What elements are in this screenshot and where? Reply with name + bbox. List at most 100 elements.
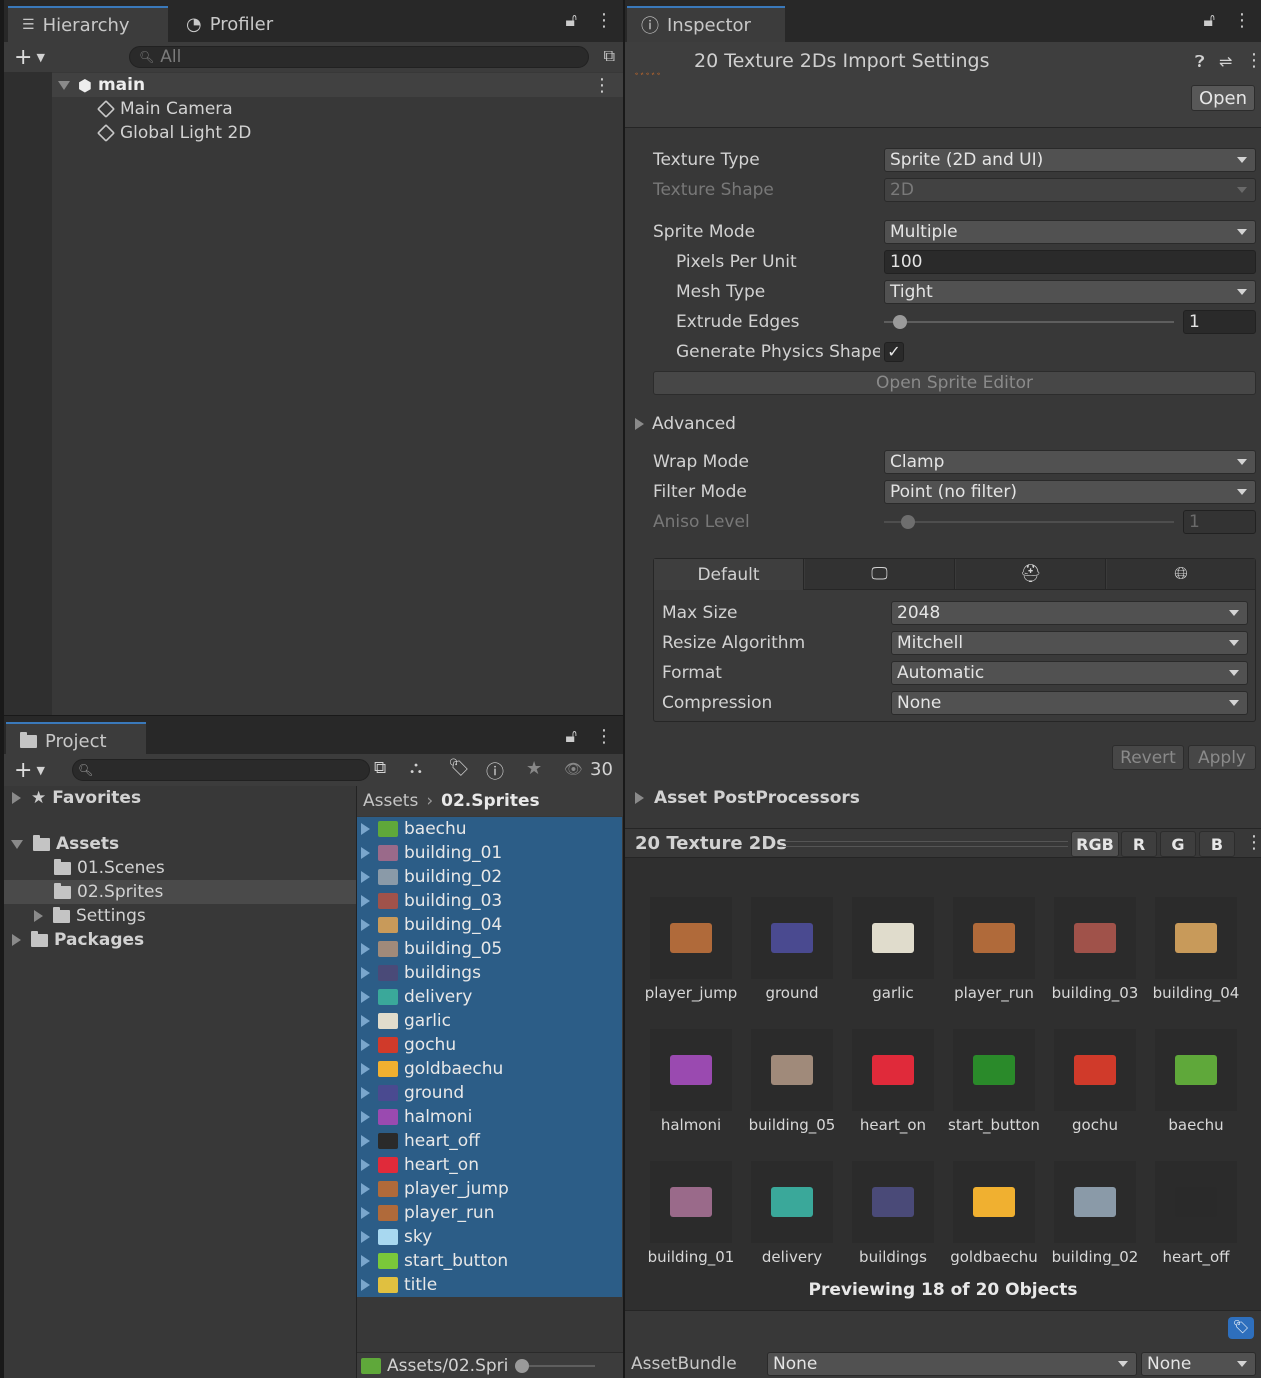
pixels-per-unit-input[interactable]: 100 <box>884 250 1256 274</box>
platform-tab-standalone[interactable]: 🖵︎ <box>805 559 955 589</box>
platform-tab-webgl[interactable]: 🌐︎ <box>1107 559 1255 589</box>
file-list-item[interactable]: building_04 <box>357 913 622 937</box>
lock-icon[interactable]: 🔓︎ <box>565 10 577 31</box>
file-list-item[interactable]: buildings <box>357 961 622 985</box>
icon-size-slider-handle[interactable] <box>515 1359 529 1373</box>
lock-icon[interactable]: 🔓︎ <box>1203 10 1215 31</box>
open-button[interactable]: Open <box>1191 85 1255 111</box>
file-list-item[interactable]: player_run <box>357 1201 622 1225</box>
expand-triangle-icon[interactable] <box>361 1231 370 1243</box>
file-list-item[interactable]: building_05 <box>357 937 622 961</box>
apply-button[interactable]: Apply <box>1188 745 1256 770</box>
extrude-edges-slider-handle[interactable] <box>893 315 907 329</box>
texture-type-dropdown[interactable]: Sprite (2D and UI) <box>884 148 1256 172</box>
asset-postprocessors-foldout[interactable]: Asset PostProcessors <box>635 786 860 810</box>
expand-triangle-icon[interactable] <box>12 934 21 946</box>
hierarchy-search-input[interactable]: 🔍︎ All <box>129 46 589 68</box>
chevron-down-icon[interactable]: ▼ <box>36 51 44 64</box>
scene-menu-icon[interactable]: ⋮ <box>593 75 611 96</box>
expand-triangle-icon[interactable] <box>361 1063 370 1075</box>
project-search-input[interactable]: 🔍︎ <box>72 759 370 781</box>
preview-menu-icon[interactable]: ⋮ <box>1245 832 1261 853</box>
file-list-item[interactable]: heart_off <box>357 1129 622 1153</box>
extrude-edges-slider[interactable] <box>884 321 1174 323</box>
expand-triangle-icon[interactable] <box>361 1111 370 1123</box>
hierarchy-item[interactable]: Global Light 2D <box>96 121 251 145</box>
expand-triangle-icon[interactable] <box>361 1159 370 1171</box>
extrude-edges-input[interactable]: 1 <box>1183 310 1256 334</box>
file-list-item[interactable]: ground <box>357 1081 622 1105</box>
expand-triangle-icon[interactable] <box>361 847 370 859</box>
preview-drag-handle[interactable] <box>780 841 1068 847</box>
platform-tab-default[interactable]: Default <box>654 559 804 590</box>
file-list-item[interactable]: garlic <box>357 1009 622 1033</box>
kebab-menu-icon[interactable]: ⋮ <box>595 726 613 747</box>
expand-triangle-icon[interactable] <box>361 895 370 907</box>
file-list-item[interactable]: goldbaechu <box>357 1057 622 1081</box>
expand-triangle-icon[interactable] <box>361 1039 370 1051</box>
filter-type-icon[interactable]: ⛬ <box>410 758 422 778</box>
expand-triangle-icon[interactable] <box>361 1183 370 1195</box>
expand-triangle-icon[interactable] <box>12 792 21 804</box>
expand-triangle-icon[interactable] <box>361 943 370 955</box>
expand-triangle-icon[interactable] <box>11 839 23 849</box>
tab-inspector[interactable]: ⓘ Inspector <box>627 6 785 42</box>
expand-triangle-icon[interactable] <box>361 823 370 835</box>
tab-profiler[interactable]: ◔ Profiler <box>172 6 312 42</box>
preset-icon[interactable]: ⇌ <box>1219 52 1232 71</box>
expand-triangle-icon[interactable] <box>361 919 370 931</box>
breadcrumb-current[interactable]: 02.Sprites <box>441 791 540 811</box>
generate-physics-checkbox[interactable]: ✓ <box>884 342 904 362</box>
channel-g-button[interactable]: G <box>1160 831 1196 857</box>
mesh-type-dropdown[interactable]: Tight <box>884 280 1256 304</box>
file-list-item[interactable]: building_02 <box>357 865 622 889</box>
help-icon[interactable]: ❓︎ <box>1195 52 1205 72</box>
chevron-down-icon[interactable]: ▼ <box>36 764 44 777</box>
format-dropdown[interactable]: Automatic <box>891 661 1248 685</box>
tree-item-scenes[interactable]: 01.Scenes <box>4 856 165 880</box>
breadcrumb-root[interactable]: Assets <box>363 791 418 811</box>
label-icon[interactable]: 🏷︎ <box>1228 1317 1254 1339</box>
revert-button[interactable]: Revert <box>1112 745 1184 770</box>
file-list-item[interactable]: gochu <box>357 1033 622 1057</box>
expand-triangle-icon[interactable] <box>361 871 370 883</box>
expand-triangle-icon[interactable] <box>34 910 43 922</box>
assetbundle-variant-dropdown[interactable]: None <box>1141 1352 1256 1376</box>
expand-triangle-icon[interactable] <box>361 1087 370 1099</box>
assetbundle-dropdown[interactable]: None <box>767 1352 1137 1376</box>
max-size-dropdown[interactable]: 2048 <box>891 601 1248 625</box>
tag-icon[interactable]: 🏷︎ <box>448 758 470 778</box>
hierarchy-item[interactable]: Main Camera <box>96 97 233 121</box>
expand-triangle-icon[interactable] <box>361 1207 370 1219</box>
tree-item-packages[interactable]: Packages <box>4 928 144 952</box>
star-icon[interactable]: ★ <box>526 758 542 779</box>
resize-algorithm-dropdown[interactable]: Mitchell <box>891 631 1248 655</box>
channel-rgb-button[interactable]: RGB <box>1071 831 1119 857</box>
open-sprite-editor-button[interactable]: Open Sprite Editor <box>653 371 1256 395</box>
lock-icon[interactable]: 🔓︎ <box>565 726 577 747</box>
expand-triangle-icon[interactable] <box>361 1279 370 1291</box>
platform-tab-android[interactable]: ⛑︎ <box>956 559 1106 589</box>
tree-item-settings[interactable]: Settings <box>4 904 146 928</box>
eye-icon[interactable]: 👁︎ <box>564 760 583 778</box>
expand-triangle-icon[interactable] <box>361 1015 370 1027</box>
add-icon[interactable]: + <box>14 758 32 783</box>
file-list-item[interactable]: player_jump <box>357 1177 622 1201</box>
filter-mode-dropdown[interactable]: Point (no filter) <box>884 480 1256 504</box>
expand-triangle-icon[interactable] <box>361 1255 370 1267</box>
file-list-item[interactable]: building_03 <box>357 889 622 913</box>
component-menu-icon[interactable]: ⋮ <box>1245 50 1261 71</box>
file-list-item[interactable]: title <box>357 1273 622 1297</box>
file-list-item[interactable]: delivery <box>357 985 622 1009</box>
tab-project[interactable]: Project <box>6 722 146 758</box>
scene-row[interactable]: ⬢ main ⋮ <box>52 73 623 97</box>
tab-hierarchy[interactable]: ☰ Hierarchy <box>8 6 168 42</box>
sprite-mode-dropdown[interactable]: Multiple <box>884 220 1256 244</box>
add-icon[interactable]: + <box>14 45 32 70</box>
kebab-menu-icon[interactable]: ⋮ <box>595 10 613 31</box>
favorites-row[interactable]: ★ Favorites <box>4 786 141 810</box>
advanced-foldout[interactable]: Advanced <box>635 412 736 436</box>
tree-item-assets[interactable]: Assets <box>4 832 119 856</box>
warning-icon[interactable]: ⓘ <box>486 758 504 784</box>
popout-icon[interactable]: ⧉ <box>374 758 386 778</box>
